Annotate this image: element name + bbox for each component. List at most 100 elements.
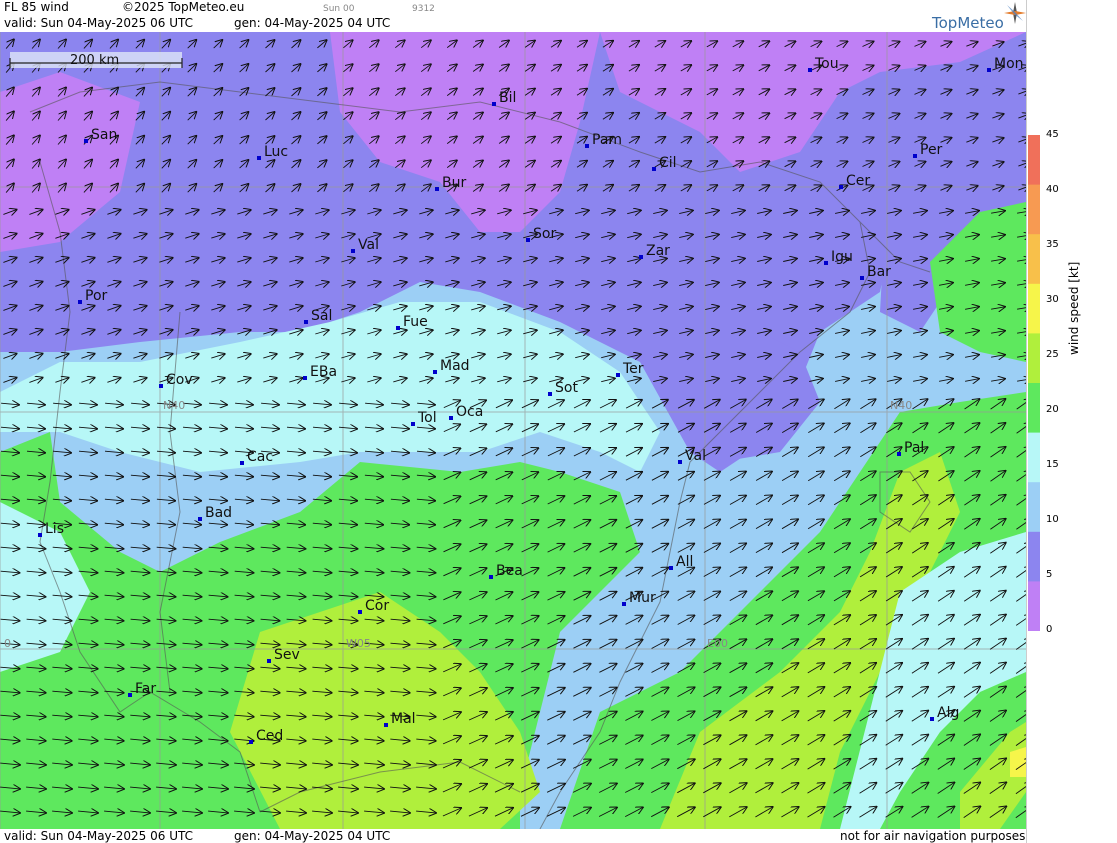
city-label: Sal <box>311 308 332 324</box>
grid-label-w05: W05 <box>346 637 371 650</box>
city-label: Far <box>135 681 156 697</box>
generated-time: gen: 04-May-2025 04 UTC <box>234 16 391 30</box>
city-label: EBa <box>310 364 337 380</box>
city-label: Per <box>920 142 943 158</box>
legend-tick-label: 45 <box>1046 129 1059 140</box>
city-label: Sor <box>533 226 556 242</box>
legend-tick-label: 10 <box>1046 514 1059 525</box>
city-label: Tou <box>814 56 839 72</box>
city-label: Mon <box>994 56 1024 72</box>
run-text: Sun 00 <box>323 4 355 14</box>
city-dot <box>860 276 864 280</box>
city-dot <box>548 392 552 396</box>
city-dot <box>433 370 437 374</box>
city-dot <box>492 102 496 106</box>
legend-color-step <box>1028 531 1040 582</box>
city-label: Ter <box>622 361 644 377</box>
footer-valid-time: valid: Sun 04-May-2025 06 UTC <box>4 829 193 843</box>
city-dot <box>435 187 439 191</box>
grid-label-n40-west: N40 <box>163 399 185 412</box>
city-dot <box>526 238 530 242</box>
city-label: Cer <box>846 173 870 189</box>
scale-bar: 200 km <box>9 52 183 68</box>
legend-tick-label: 20 <box>1046 404 1059 415</box>
scale-bar-label: 200 km <box>70 53 119 68</box>
city-label: Fue <box>403 314 428 330</box>
city-label: Cil <box>659 155 677 171</box>
city-label: Igu <box>831 249 853 265</box>
city-dot <box>987 68 991 72</box>
city-dot <box>128 693 132 697</box>
city-label: Bur <box>442 175 466 191</box>
legend-color-step <box>1028 581 1040 631</box>
legend-color-step <box>1028 135 1040 186</box>
city-label: Cor <box>365 598 389 614</box>
city-dot <box>159 384 163 388</box>
city-label: Pal <box>904 440 924 456</box>
city-label: Val <box>685 448 706 464</box>
compass-logo-icon <box>1004 2 1026 24</box>
city-dot <box>304 320 308 324</box>
city-label: All <box>676 554 693 570</box>
city-label: Cov <box>166 372 193 388</box>
city-dot <box>78 300 82 304</box>
valid-time: valid: Sun 04-May-2025 06 UTC <box>4 16 193 30</box>
copyright-text: ©2025 TopMeteo.eu <box>122 0 245 14</box>
city-dot <box>652 167 656 171</box>
city-dot <box>198 517 202 521</box>
city-dot <box>396 326 400 330</box>
city-dot <box>639 255 643 259</box>
city-dot <box>913 154 917 158</box>
city-dot <box>384 723 388 727</box>
city-dot <box>678 460 682 464</box>
code-text: 9312 <box>412 4 435 14</box>
legend-color-step <box>1028 333 1040 384</box>
city-label: Lis <box>45 521 64 537</box>
grid-label-w10: 0 <box>4 637 11 650</box>
city-label: Oca <box>456 404 483 420</box>
city-dot <box>616 373 620 377</box>
city-label: Cac <box>247 449 273 465</box>
city-label: San <box>91 127 117 143</box>
city-dot <box>257 156 261 160</box>
city-label: Sev <box>274 647 300 663</box>
legend-tick-label: 35 <box>1046 239 1059 250</box>
city-dot <box>249 740 253 744</box>
legend-panel: 45 40 35 30 25 20 15 10 5 0 wind speed [kt] <box>1026 0 1117 843</box>
footer-disclaimer: not for air navigation purposes <box>840 829 1026 843</box>
city-label: Bar <box>867 264 891 280</box>
city-label: Zar <box>646 243 670 259</box>
city-dot <box>669 566 673 570</box>
legend-tick-label: 15 <box>1046 459 1059 470</box>
legend-color-step <box>1028 383 1040 434</box>
city-dot <box>839 185 843 189</box>
city-dot <box>808 68 812 72</box>
city-label: Sot <box>555 380 578 396</box>
city-label: Ced <box>256 728 283 744</box>
legend-title: wind speed [kt] <box>1067 261 1081 355</box>
legend-tick-label: 0 <box>1046 624 1053 635</box>
city-dot <box>930 717 934 721</box>
wind-map[interactable]: N40 N40 W05 E00 0 200 km Tou Mon Bil San Luc… <box>0 32 1026 829</box>
legend-tick-label: 40 <box>1046 184 1059 195</box>
city-dot <box>303 376 307 380</box>
city-dot <box>585 144 589 148</box>
city-dot <box>38 533 42 537</box>
city-label: Bil <box>499 90 516 106</box>
city-dot <box>622 602 626 606</box>
city-dot <box>351 249 355 253</box>
city-dot <box>897 452 901 456</box>
city-label: Por <box>85 288 108 304</box>
city-dot <box>824 261 828 265</box>
legend-tick-label: 25 <box>1046 349 1059 360</box>
grid-label-n40-east: N40 <box>890 399 912 412</box>
city-label: Mur <box>629 590 656 606</box>
city-label: Tol <box>417 410 437 426</box>
legend-tick-label: 30 <box>1046 294 1059 305</box>
city-dot <box>449 416 453 420</box>
legend-color-step <box>1028 184 1040 235</box>
topmeteo-logo-text: TopMeteo <box>932 14 1004 32</box>
map-title: FL 85 wind <box>4 0 69 14</box>
city-dot <box>411 422 415 426</box>
footer-generated-time: gen: 04-May-2025 04 UTC <box>234 829 391 843</box>
